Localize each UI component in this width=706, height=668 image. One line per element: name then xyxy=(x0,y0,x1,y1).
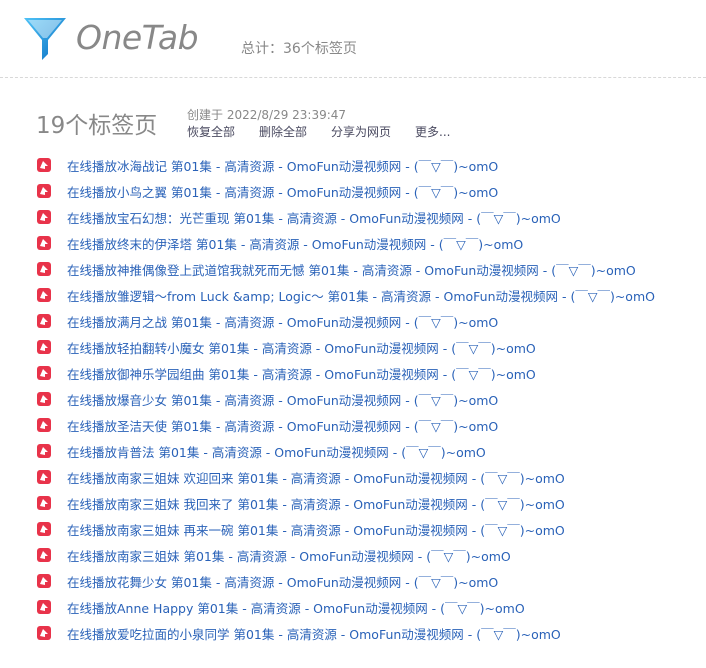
tab-link[interactable]: 在线播放小鸟之翼 第01集 - 高清资源 - OmoFun动漫视频网 - (￣▽… xyxy=(67,182,498,201)
tab-link[interactable]: 在线播放爆音少女 第01集 - 高清资源 - OmoFun动漫视频网 - (￣▽… xyxy=(67,390,498,409)
omofun-favicon-icon[interactable] xyxy=(36,599,52,615)
omofun-favicon-icon[interactable] xyxy=(36,235,52,251)
group-created-date: 创建于 2022/8/29 23:39:47 xyxy=(187,108,347,122)
group-actions: 恢复全部 删除全部 分享为网页 更多... xyxy=(187,123,475,140)
omofun-favicon-icon[interactable] xyxy=(36,339,52,355)
tab-link[interactable]: 在线播放南家三姐妹 第01集 - 高清资源 - OmoFun动漫视频网 - (￣… xyxy=(67,546,511,565)
omofun-favicon-icon[interactable] xyxy=(36,287,52,303)
omofun-favicon-icon[interactable] xyxy=(36,157,52,173)
header: OneTab 总计：36个标签页 xyxy=(0,0,706,78)
omofun-favicon-icon[interactable] xyxy=(36,261,52,277)
tab-row: 在线播放轻拍翻转小魔女 第01集 - 高清资源 - OmoFun动漫视频网 - … xyxy=(36,334,706,360)
tab-link[interactable]: 在线播放肯普法 第01集 - 高清资源 - OmoFun动漫视频网 - (￣▽￣… xyxy=(67,442,486,461)
tab-row: 在线播放爆音少女 第01集 - 高清资源 - OmoFun动漫视频网 - (￣▽… xyxy=(36,386,706,412)
tab-row: 在线播放雏逻辑～from Luck &amp; Logic～ 第01集 - 高清… xyxy=(36,282,706,308)
omofun-favicon-icon[interactable] xyxy=(36,495,52,511)
omofun-favicon-icon[interactable] xyxy=(36,625,52,641)
tab-row: 在线播放终末的伊泽塔 第01集 - 高清资源 - OmoFun动漫视频网 - (… xyxy=(36,230,706,256)
tab-row: 在线播放圣洁天使 第01集 - 高清资源 - OmoFun动漫视频网 - (￣▽… xyxy=(36,412,706,438)
tab-row: 在线播放宝石幻想：光芒重现 第01集 - 高清资源 - OmoFun动漫视频网 … xyxy=(36,204,706,230)
tab-link[interactable]: 在线播放南家三姐妹 欢迎回来 第01集 - 高清资源 - OmoFun动漫视频网… xyxy=(67,468,565,487)
tab-link[interactable]: 在线播放南家三姐妹 我回来了 第01集 - 高清资源 - OmoFun动漫视频网… xyxy=(67,494,565,513)
tab-row: 在线播放南家三姐妹 第01集 - 高清资源 - OmoFun动漫视频网 - (￣… xyxy=(36,542,706,568)
tab-link[interactable]: 在线播放满月之战 第01集 - 高清资源 - OmoFun动漫视频网 - (￣▽… xyxy=(67,312,498,331)
group-tab-count: 19个标签页 xyxy=(36,113,158,139)
total-tab-count: 总计：36个标签页 xyxy=(241,41,357,57)
tab-link[interactable]: 在线播放冰海战记 第01集 - 高清资源 - OmoFun动漫视频网 - (￣▽… xyxy=(67,156,498,175)
tab-row: 在线播放御神乐学园组曲 第01集 - 高清资源 - OmoFun动漫视频网 - … xyxy=(36,360,706,386)
tab-link[interactable]: 在线播放雏逻辑～from Luck &amp; Logic～ 第01集 - 高清… xyxy=(67,286,655,305)
tab-row: 在线播放冰海战记 第01集 - 高清资源 - OmoFun动漫视频网 - (￣▽… xyxy=(36,152,706,178)
tab-row: 在线播放爱吃拉面的小泉同学 第01集 - 高清资源 - OmoFun动漫视频网 … xyxy=(36,620,706,646)
omofun-favicon-icon[interactable] xyxy=(36,209,52,225)
delete-all-button[interactable]: 删除全部 xyxy=(259,125,307,139)
tab-link[interactable]: 在线播放御神乐学园组曲 第01集 - 高清资源 - OmoFun动漫视频网 - … xyxy=(67,364,536,383)
omofun-favicon-icon[interactable] xyxy=(36,391,52,407)
onetab-funnel-logo-icon xyxy=(24,18,66,60)
omofun-favicon-icon[interactable] xyxy=(36,365,52,381)
omofun-favicon-icon[interactable] xyxy=(36,547,52,563)
more-button[interactable]: 更多... xyxy=(415,125,450,139)
tab-link[interactable]: 在线播放爱吃拉面的小泉同学 第01集 - 高清资源 - OmoFun动漫视频网 … xyxy=(67,624,561,643)
tab-link[interactable]: 在线播放南家三姐妹 再来一碗 第01集 - 高清资源 - OmoFun动漫视频网… xyxy=(67,520,565,539)
tab-link[interactable]: 在线播放神推偶像登上武道馆我就死而无憾 第01集 - 高清资源 - OmoFun… xyxy=(67,260,636,279)
tab-row: 在线播放神推偶像登上武道馆我就死而无憾 第01集 - 高清资源 - OmoFun… xyxy=(36,256,706,282)
omofun-favicon-icon[interactable] xyxy=(36,469,52,485)
tab-link[interactable]: 在线播放花舞少女 第01集 - 高清资源 - OmoFun动漫视频网 - (￣▽… xyxy=(67,572,498,591)
tab-row: 在线播放满月之战 第01集 - 高清资源 - OmoFun动漫视频网 - (￣▽… xyxy=(36,308,706,334)
omofun-favicon-icon[interactable] xyxy=(36,417,52,433)
tab-row: 在线播放Anne Happy 第01集 - 高清资源 - OmoFun动漫视频网… xyxy=(36,594,706,620)
tab-row: 在线播放南家三姐妹 我回来了 第01集 - 高清资源 - OmoFun动漫视频网… xyxy=(36,490,706,516)
tab-link[interactable]: 在线播放圣洁天使 第01集 - 高清资源 - OmoFun动漫视频网 - (￣▽… xyxy=(67,416,498,435)
header-divider xyxy=(0,77,706,78)
omofun-favicon-icon[interactable] xyxy=(36,183,52,199)
tab-row: 在线播放南家三姐妹 再来一碗 第01集 - 高清资源 - OmoFun动漫视频网… xyxy=(36,516,706,542)
app-title: OneTab xyxy=(76,18,199,57)
omofun-favicon-icon[interactable] xyxy=(36,573,52,589)
tab-row: 在线播放肯普法 第01集 - 高清资源 - OmoFun动漫视频网 - (￣▽￣… xyxy=(36,438,706,464)
tab-link[interactable]: 在线播放Anne Happy 第01集 - 高清资源 - OmoFun动漫视频网… xyxy=(67,598,525,617)
omofun-favicon-icon[interactable] xyxy=(36,443,52,459)
restore-all-button[interactable]: 恢复全部 xyxy=(187,125,235,139)
tab-list: 在线播放冰海战记 第01集 - 高清资源 - OmoFun动漫视频网 - (￣▽… xyxy=(36,152,706,646)
tab-row: 在线播放小鸟之翼 第01集 - 高清资源 - OmoFun动漫视频网 - (￣▽… xyxy=(36,178,706,204)
omofun-favicon-icon[interactable] xyxy=(36,521,52,537)
tab-row: 在线播放花舞少女 第01集 - 高清资源 - OmoFun动漫视频网 - (￣▽… xyxy=(36,568,706,594)
tab-row: 在线播放南家三姐妹 欢迎回来 第01集 - 高清资源 - OmoFun动漫视频网… xyxy=(36,464,706,490)
tab-link[interactable]: 在线播放轻拍翻转小魔女 第01集 - 高清资源 - OmoFun动漫视频网 - … xyxy=(67,338,536,357)
tab-link[interactable]: 在线播放终末的伊泽塔 第01集 - 高清资源 - OmoFun动漫视频网 - (… xyxy=(67,234,523,253)
omofun-favicon-icon[interactable] xyxy=(36,313,52,329)
share-as-webpage-button[interactable]: 分享为网页 xyxy=(331,125,391,139)
tab-link[interactable]: 在线播放宝石幻想：光芒重现 第01集 - 高清资源 - OmoFun动漫视频网 … xyxy=(67,208,561,227)
